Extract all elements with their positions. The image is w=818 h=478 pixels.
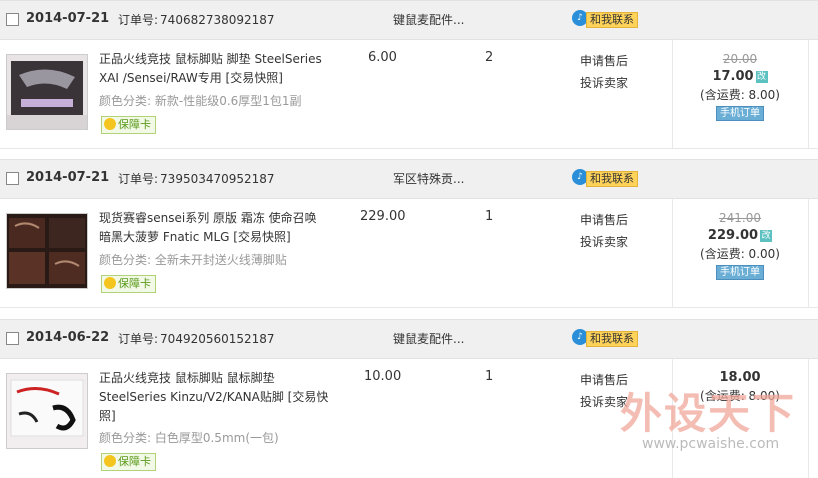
guarantee-badge[interactable]: 保障卡 xyxy=(101,275,156,293)
product-sku: 颜色分类: 新款-性能级0.6厚型1包1副 xyxy=(99,94,302,108)
mobile-order-badge: 手机订单 xyxy=(716,106,764,121)
after-sale-actions: 申请售后 投诉卖家 xyxy=(580,209,628,253)
unit-price: 6.00 xyxy=(368,50,397,65)
guarantee-label: 保障卡 xyxy=(118,277,151,290)
order-date: 2014-07-21 xyxy=(26,170,110,185)
order-date: 2014-07-21 xyxy=(26,11,110,26)
original-total: 20.00 xyxy=(722,52,758,66)
guarantee-icon xyxy=(104,455,116,467)
complain-seller-link[interactable]: 投诉卖家 xyxy=(580,391,628,413)
guarantee-icon xyxy=(104,277,116,289)
order-number-label: 订单号: xyxy=(118,332,159,346)
final-total-line: 17.00 改 xyxy=(672,68,808,86)
after-sale-actions: 申请售后 投诉卖家 xyxy=(580,50,628,94)
order-number-value[interactable]: 704920560152187 xyxy=(160,332,275,346)
contact-label: 和我联系 xyxy=(586,171,638,187)
order-item-row: 正品火线竞技 鼠标脚贴 鼠标脚垫 SteelSeries Kinzu/V2/KA… xyxy=(0,357,818,478)
order-item-row: 正品火线竞技 鼠标脚贴 脚垫 SteelSeries XAI /Sensei/R… xyxy=(0,38,818,149)
complain-seller-link[interactable]: 投诉卖家 xyxy=(580,72,628,94)
final-total: 229.00 xyxy=(707,228,759,243)
order-card: 2014-07-21 订单号: 739503470952187 军区特殊贡... … xyxy=(0,159,818,319)
guarantee-label: 保障卡 xyxy=(118,118,151,131)
order-number: 订单号: 739503470952187 xyxy=(118,170,275,187)
final-total-line: 229.00 改 xyxy=(672,227,808,245)
divider xyxy=(808,38,809,148)
order-header: 2014-07-21 订单号: 739503470952187 军区特殊贡... … xyxy=(0,159,818,199)
product-thumbnail[interactable] xyxy=(6,54,88,130)
order-checkbox[interactable] xyxy=(6,13,19,26)
guarantee-icon xyxy=(104,118,116,130)
mobile-order-badge: 手机订单 xyxy=(716,265,764,280)
final-total: 17.00 xyxy=(712,69,754,84)
product-sku: 颜色分类: 白色厚型0.5mm(一包) xyxy=(99,431,279,445)
order-date: 2014-06-22 xyxy=(26,330,110,345)
product-thumbnail[interactable] xyxy=(6,213,88,289)
order-number: 订单号: 704920560152187 xyxy=(118,330,275,347)
order-total: 241.00 229.00 改 (含运费: 0.00) 手机订单 xyxy=(672,209,808,280)
original-total: 241.00 xyxy=(719,211,761,225)
product-title[interactable]: 正品火线竞技 鼠标脚贴 鼠标脚垫 SteelSeries Kinzu/V2/KA… xyxy=(99,369,329,426)
divider xyxy=(808,197,809,307)
product-thumbnail[interactable] xyxy=(6,373,88,449)
order-header: 2014-07-21 订单号: 740682738092187 键鼠麦配件... … xyxy=(0,0,818,40)
order-item-row: 现货赛睿sensei系列 原版 霜冻 使命召唤 暗黑大菠萝 Fnatic MLG… xyxy=(0,197,818,308)
divider xyxy=(808,357,809,478)
quantity: 2 xyxy=(485,50,494,65)
order-total: 18.00 (含运费: 8.00) xyxy=(672,369,808,406)
order-checkbox[interactable] xyxy=(6,172,19,185)
shop-name[interactable]: 键鼠麦配件... xyxy=(393,330,464,347)
after-sale-actions: 申请售后 投诉卖家 xyxy=(580,369,628,413)
order-number-label: 订单号: xyxy=(118,13,159,27)
guarantee-label: 保障卡 xyxy=(118,455,151,468)
order-header: 2014-06-22 订单号: 704920560152187 键鼠麦配件... … xyxy=(0,319,818,359)
guarantee-badge[interactable]: 保障卡 xyxy=(101,453,156,471)
final-total: 18.00 xyxy=(719,370,761,385)
unit-price: 10.00 xyxy=(364,369,402,384)
quantity: 1 xyxy=(485,369,494,384)
apply-after-sale-link[interactable]: 申请售后 xyxy=(580,50,628,72)
complain-seller-link[interactable]: 投诉卖家 xyxy=(580,231,628,253)
order-checkbox[interactable] xyxy=(6,332,19,345)
quantity: 1 xyxy=(485,209,494,224)
order-total: 20.00 17.00 改 (含运费: 8.00) 手机订单 xyxy=(672,50,808,121)
shipping-fee: (含运费: 8.00) xyxy=(700,389,780,403)
product-sku: 颜色分类: 全新未开封送火线薄脚贴 xyxy=(99,253,287,267)
order-card: 2014-07-21 订单号: 740682738092187 键鼠麦配件... … xyxy=(0,0,818,160)
order-card: 2014-06-22 订单号: 704920560152187 键鼠麦配件... … xyxy=(0,319,818,478)
unit-price: 229.00 xyxy=(360,209,406,224)
price-modified-icon: 改 xyxy=(760,230,773,242)
product-title[interactable]: 现货赛睿sensei系列 原版 霜冻 使命召唤 暗黑大菠萝 Fnatic MLG… xyxy=(99,209,329,247)
order-number-value[interactable]: 739503470952187 xyxy=(160,172,275,186)
guarantee-badge[interactable]: 保障卡 xyxy=(101,116,156,134)
order-number-value[interactable]: 740682738092187 xyxy=(160,13,275,27)
order-number-label: 订单号: xyxy=(118,172,159,186)
shipping-fee: (含运费: 0.00) xyxy=(700,247,780,261)
shop-name[interactable]: 键鼠麦配件... xyxy=(393,11,464,28)
order-number: 订单号: 740682738092187 xyxy=(118,11,275,28)
apply-after-sale-link[interactable]: 申请售后 xyxy=(580,209,628,231)
shipping-fee: (含运费: 8.00) xyxy=(700,88,780,102)
contact-label: 和我联系 xyxy=(586,331,638,347)
price-modified-icon: 改 xyxy=(755,71,768,83)
apply-after-sale-link[interactable]: 申请售后 xyxy=(580,369,628,391)
product-title[interactable]: 正品火线竞技 鼠标脚贴 脚垫 SteelSeries XAI /Sensei/R… xyxy=(99,50,329,88)
contact-label: 和我联系 xyxy=(586,12,638,28)
shop-name[interactable]: 军区特殊贡... xyxy=(393,170,464,187)
